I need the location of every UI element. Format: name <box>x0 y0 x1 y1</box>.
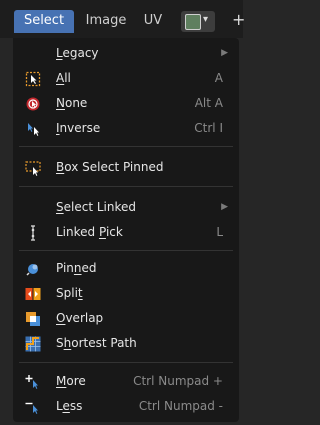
menu-item-label: Pinned <box>56 261 97 275</box>
chevron-down-icon: ▾ <box>203 14 209 25</box>
menu-item-inverse[interactable]: Inverse Ctrl I <box>13 117 239 139</box>
menu-item-box-select-pinned[interactable]: Box Select Pinned <box>13 156 239 178</box>
menu-item-label: All <box>56 71 71 85</box>
shortcut-label: L <box>216 225 223 239</box>
menu-item-label: Split <box>56 286 83 300</box>
shortcut-label: Ctrl I <box>194 121 223 135</box>
menu-item-label: Shortest Path <box>56 336 137 350</box>
menu-item-shortest-path[interactable]: Shortest Path <box>13 332 239 354</box>
menu-item-select-linked[interactable]: Select Linked ▶ <box>13 196 239 218</box>
shortcut-label: Ctrl Numpad - <box>138 399 223 413</box>
overlap-icon <box>26 312 40 326</box>
menu-item-all[interactable]: All A <box>13 67 239 89</box>
select-all-icon <box>25 71 41 87</box>
uv-editor-mode-icon <box>185 14 201 30</box>
menu-item-none[interactable]: None Alt A <box>13 92 239 114</box>
split-icon <box>25 288 41 300</box>
menu-item-label: Select Linked <box>56 200 136 214</box>
shortcut-label: Alt A <box>194 96 223 110</box>
submenu-arrow-icon: ▶ <box>221 48 228 58</box>
tab-image[interactable]: Image <box>81 10 131 33</box>
shortest-path-icon <box>25 336 41 352</box>
select-inverse-icon <box>28 123 39 136</box>
submenu-arrow-icon: ▶ <box>221 202 228 212</box>
box-select-icon <box>25 161 41 176</box>
select-none-icon <box>26 97 40 111</box>
uv-editor-mode-dropdown[interactable]: ▾ <box>181 11 215 32</box>
pinned-icon <box>26 264 38 276</box>
menu-item-label: Box Select Pinned <box>56 160 164 174</box>
menu-item-legacy[interactable]: Legacy ▶ <box>13 42 239 64</box>
menu-item-label: Inverse <box>56 121 101 135</box>
menu-item-less[interactable]: Less Ctrl Numpad - <box>13 395 239 417</box>
menu-item-label: Linked Pick <box>56 225 123 239</box>
menu-separator <box>19 362 233 363</box>
menu-item-label: Legacy <box>56 46 99 60</box>
editor-header: Select Image UV ▾ + <box>0 0 245 38</box>
menu-item-pinned[interactable]: Pinned <box>13 257 239 279</box>
select-menu: Legacy ▶ All A None Alt A Inverse Ctrl I <box>13 38 239 422</box>
tab-select[interactable]: Select <box>14 10 74 33</box>
menu-separator <box>19 186 233 187</box>
menu-item-split[interactable]: Split <box>13 282 239 304</box>
menu-item-label: None <box>56 96 88 110</box>
menu-separator <box>19 146 233 147</box>
menu-item-more[interactable]: More Ctrl Numpad + <box>13 370 239 392</box>
menu-item-label: Less <box>56 399 83 413</box>
add-icon[interactable]: + <box>232 12 245 28</box>
menu-item-linked-pick[interactable]: Linked Pick L <box>13 221 239 243</box>
menu-item-overlap[interactable]: Overlap <box>13 307 239 329</box>
menu-item-label: More <box>56 374 86 388</box>
select-more-icon <box>25 375 38 389</box>
shortcut-label: Ctrl Numpad + <box>133 374 223 388</box>
menu-item-label: Overlap <box>56 311 104 325</box>
menu-separator <box>19 250 233 251</box>
select-less-icon <box>25 402 38 414</box>
linked-pick-icon <box>31 225 35 241</box>
shortcut-label: A <box>214 71 223 85</box>
tab-uv[interactable]: UV <box>139 10 167 33</box>
